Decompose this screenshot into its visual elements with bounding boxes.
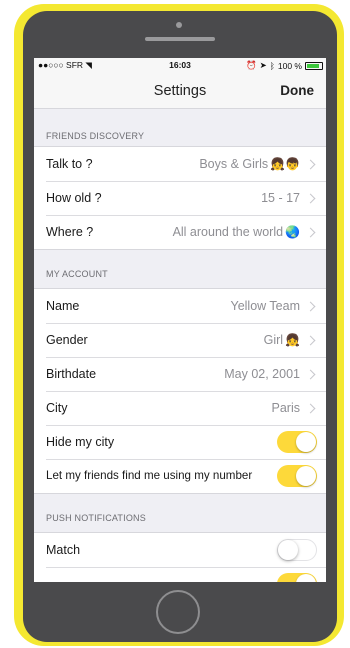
- find-me-by-number-toggle[interactable]: [277, 465, 317, 487]
- row-talk-to[interactable]: Talk to ? Boys & Girls 👧👦: [34, 147, 326, 181]
- battery-percent: 100 %: [277, 60, 302, 71]
- row-gender[interactable]: Gender Girl 👧: [34, 323, 326, 357]
- toggle-knob: [296, 574, 316, 582]
- chevron-right-icon: [305, 335, 316, 346]
- push-notifications-group: Match: [34, 532, 326, 582]
- row-label: Birthdate: [46, 367, 97, 381]
- row-label: Match: [46, 543, 81, 557]
- row-label: Where ?: [46, 225, 94, 239]
- bluetooth-icon: ᛒ: [269, 60, 275, 71]
- row-label: How old ?: [46, 191, 102, 205]
- row-value: 15 - 17: [261, 191, 300, 205]
- match-toggle[interactable]: [277, 539, 317, 561]
- row-label: City: [46, 401, 68, 415]
- my-account-group: Name Yellow Team Gender Girl 👧 Birthdate…: [34, 288, 326, 494]
- girl-boy-emoji-icon: 👧👦: [270, 157, 300, 171]
- section-header-push-notifications: PUSH NOTIFICATIONS: [46, 513, 146, 523]
- done-button[interactable]: Done: [280, 83, 314, 98]
- toggle-knob: [296, 432, 316, 452]
- speaker-grille: [145, 37, 215, 41]
- globe-icon: 🌏: [285, 225, 300, 239]
- row-partial: [34, 567, 326, 582]
- row-value: Yellow Team: [230, 299, 301, 313]
- row-value: Girl: [263, 333, 284, 347]
- row-value: May 02, 2001: [224, 367, 300, 381]
- camera-dot: [176, 22, 182, 28]
- row-value: Paris: [271, 401, 300, 415]
- row-label: Name: [46, 299, 80, 313]
- hide-my-city-toggle[interactable]: [277, 431, 317, 453]
- toggle-knob: [278, 540, 298, 560]
- alarm-icon: ⏰: [246, 60, 257, 70]
- row-value: Boys & Girls: [199, 157, 269, 171]
- screen: ●●○○○ SFR ◥ 16:03 ⏰ ➤ ᛒ 100 % Settings D…: [34, 58, 326, 582]
- section-header-friends-discovery: FRIENDS DISCOVERY: [46, 131, 145, 141]
- row-label: Let my friends find me using my number: [46, 469, 253, 482]
- row-birthdate[interactable]: Birthdate May 02, 2001: [34, 357, 326, 391]
- row-label: Hide my city: [46, 435, 115, 449]
- partial-toggle[interactable]: [277, 573, 317, 582]
- status-bar: ●●○○○ SFR ◥ 16:03 ⏰ ➤ ᛒ 100 %: [34, 58, 326, 72]
- home-button[interactable]: [156, 590, 200, 634]
- chevron-right-icon: [305, 193, 316, 204]
- navigation-bar: Settings Done: [34, 72, 326, 109]
- girl-emoji-icon: 👧: [285, 333, 300, 347]
- chevron-right-icon: [305, 227, 316, 238]
- row-label: Talk to ?: [46, 157, 93, 171]
- battery-icon: [305, 61, 323, 70]
- row-match: Match: [34, 533, 326, 567]
- section-header-my-account: MY ACCOUNT: [46, 269, 108, 279]
- row-name[interactable]: Name Yellow Team: [34, 289, 326, 323]
- toggle-knob: [296, 466, 316, 486]
- friends-discovery-group: Talk to ? Boys & Girls 👧👦 How old ? 15 -…: [34, 146, 326, 250]
- chevron-right-icon: [305, 301, 316, 312]
- chevron-right-icon: [305, 403, 316, 414]
- row-find-me-by-number: Let my friends find me using my number: [34, 459, 326, 493]
- row-how-old[interactable]: How old ? 15 - 17: [34, 181, 326, 215]
- row-where[interactable]: Where ? All around the world 🌏: [34, 215, 326, 249]
- chevron-right-icon: [305, 159, 316, 170]
- row-hide-my-city: Hide my city: [34, 425, 326, 459]
- row-value: All around the world: [172, 225, 284, 239]
- chevron-right-icon: [305, 369, 316, 380]
- row-city[interactable]: City Paris: [34, 391, 326, 425]
- location-arrow-icon: ➤: [259, 60, 267, 70]
- row-label: Gender: [46, 333, 88, 347]
